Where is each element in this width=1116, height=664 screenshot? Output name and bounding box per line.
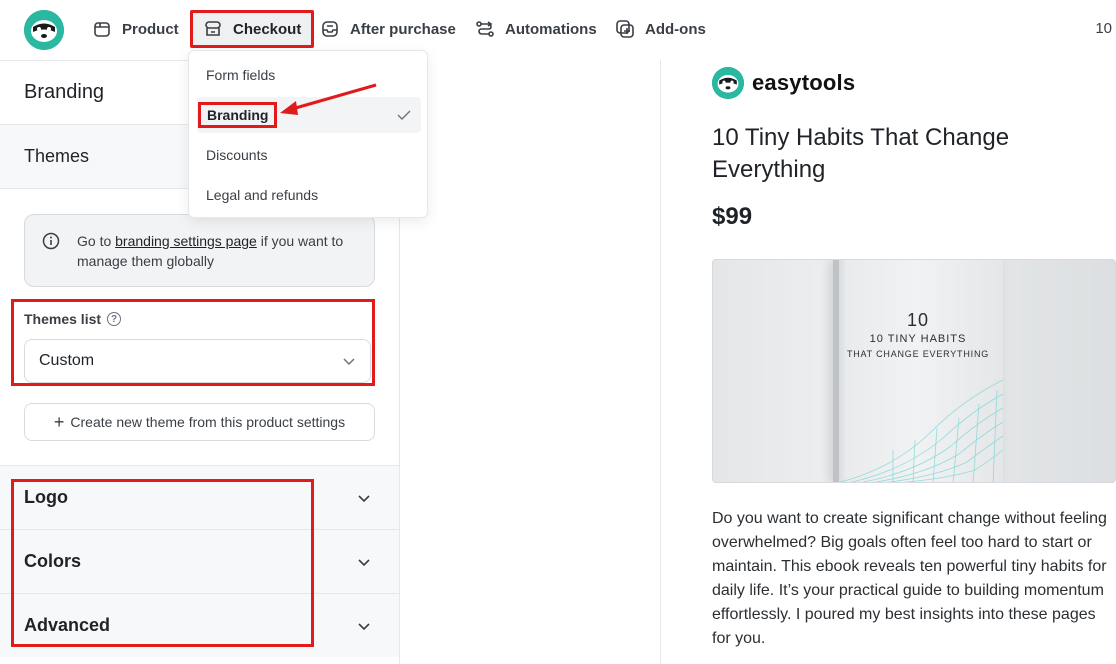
info-icon xyxy=(42,232,60,250)
book-spine xyxy=(833,260,839,482)
menu-item-label: Discounts xyxy=(206,147,268,163)
cover-line-2: THAT CHANGE EVERYTHING xyxy=(846,349,990,359)
themes-select-value: Custom xyxy=(39,352,95,369)
menu-item-label: Form fields xyxy=(206,67,276,83)
nav-add-ons-label: Add-ons xyxy=(645,20,706,38)
menu-item-label: Legal and refunds xyxy=(206,187,319,203)
nav-after-purchase[interactable]: After purchase xyxy=(320,14,456,44)
top-nav: Product Checkout After purchase Automati… xyxy=(0,0,1116,60)
checkmark-icon xyxy=(397,110,411,120)
create-theme-label: Create new theme from this product setti… xyxy=(70,414,346,430)
sections-highlight-box xyxy=(11,479,314,647)
brand-name: easytools xyxy=(752,70,856,95)
wave-grid-graphic xyxy=(839,379,1003,482)
easytools-logo[interactable] xyxy=(24,10,64,50)
menu-item-legal-and-refunds[interactable]: Legal and refunds xyxy=(197,177,421,213)
help-icon[interactable]: ? xyxy=(107,312,122,326)
chevron-down-icon xyxy=(358,559,370,567)
chevron-down-icon xyxy=(343,358,355,366)
product-description: Do you want to create significant change… xyxy=(712,510,1107,647)
nav-checkout-label: Checkout xyxy=(233,20,302,38)
menu-item-discounts[interactable]: Discounts xyxy=(197,137,421,173)
product-price: $99 xyxy=(712,203,753,230)
annotation-arrow-icon xyxy=(280,83,377,115)
flow-icon xyxy=(476,21,494,37)
branding-settings-link[interactable]: branding settings page xyxy=(115,233,257,249)
themes-list-label-text: Themes list xyxy=(24,311,102,327)
nav-after-purchase-label: After purchase xyxy=(350,20,456,38)
cover-line-1: 10 TINY HABITS xyxy=(869,333,967,345)
info-prefix: Go to xyxy=(77,233,116,249)
nav-automations-label: Automations xyxy=(505,20,597,38)
plus-icon: + xyxy=(53,411,65,432)
nav-checkout[interactable]: Checkout xyxy=(190,10,315,48)
menu-item-label: Branding xyxy=(198,102,278,128)
chevron-down-icon xyxy=(358,623,370,631)
nav-product[interactable]: Product xyxy=(92,14,179,44)
nav-right-text: 10 xyxy=(1095,20,1112,37)
nav-product-label: Product xyxy=(122,20,179,38)
box-icon xyxy=(94,22,110,37)
middle-spacer xyxy=(400,60,660,664)
store-icon xyxy=(205,21,221,36)
info-callout: Go to branding settings page if you want… xyxy=(24,214,375,287)
checkout-preview: easytools 10 Tiny Habits That Change Eve… xyxy=(660,60,1116,664)
inbox-icon xyxy=(322,21,338,37)
preview-brand: easytools xyxy=(712,67,855,99)
brand-logo xyxy=(712,67,744,99)
book-mockup: 10 10 TINY HABITS THAT CHANGE EVERYTHING xyxy=(833,260,1003,482)
chevron-down-icon xyxy=(358,495,370,503)
product-title: 10 Tiny Habits That Change Everything xyxy=(712,124,1010,183)
nav-add-ons[interactable]: Add-ons xyxy=(615,14,706,44)
sloth-icon xyxy=(24,10,64,50)
product-cover-image: 10 10 TINY HABITS THAT CHANGE EVERYTHING xyxy=(712,259,1116,483)
create-theme-button[interactable]: + Create new theme from this product set… xyxy=(24,403,375,441)
themes-select[interactable]: Custom xyxy=(24,339,371,383)
themes-list-label: Themes list ? xyxy=(24,311,122,327)
cover-number: 10 xyxy=(906,310,930,330)
nav-automations[interactable]: Automations xyxy=(475,14,597,44)
sloth-icon xyxy=(712,67,744,99)
checkout-dropdown-menu: Form fields Branding Discounts Legal and… xyxy=(188,50,428,218)
plus-square-icon xyxy=(616,20,634,38)
